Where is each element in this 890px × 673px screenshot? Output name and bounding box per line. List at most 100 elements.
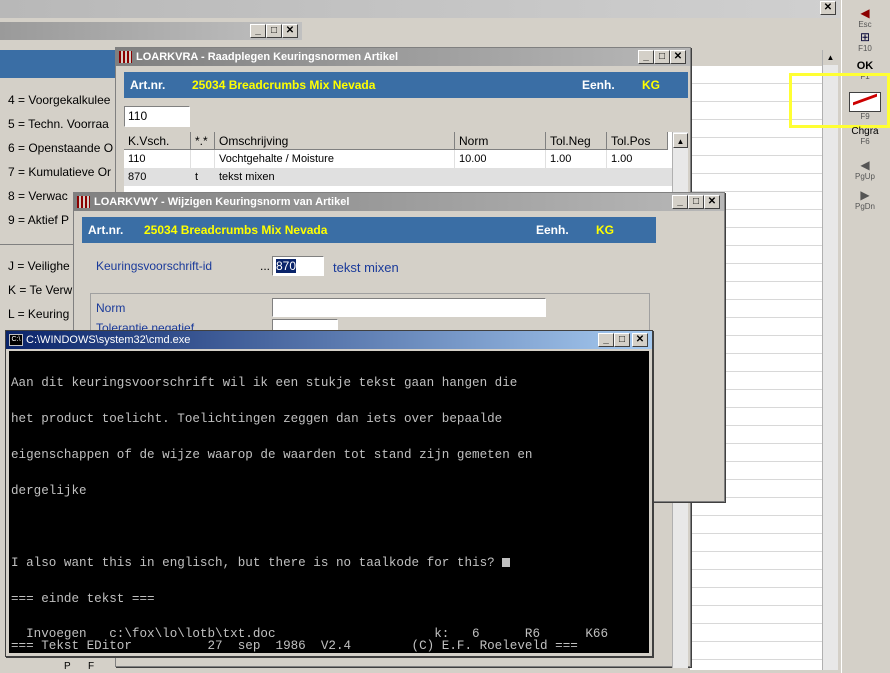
col-star[interactable]: *.* [191, 132, 215, 150]
arrow-up-icon: ◀ [860, 158, 870, 172]
background-scrollbar[interactable] [822, 50, 838, 670]
table-scroll-up-icon[interactable]: ▲ [673, 133, 688, 148]
f9-label: F9 [860, 112, 870, 121]
edit-art-value: 25034 Breadcrumbs Mix Nevada [144, 223, 328, 237]
cell-tolneg [546, 168, 607, 186]
cell-kvsch: 870 [128, 171, 147, 183]
view-search-input[interactable]: 110 [124, 106, 190, 127]
keur-description: tekst mixen [333, 260, 399, 275]
view-article-band: Art.nr. 25034 Breadcrumbs Mix Nevada Een… [124, 72, 688, 98]
view-eenh-label: Eenh. [582, 78, 615, 92]
cmd-titlebar: C:\ C:\WINDOWS\system32\cmd.exe [6, 331, 652, 349]
bg-blue-band [0, 50, 120, 78]
edit-max-button[interactable]: □ [688, 195, 704, 209]
menu-item-7[interactable]: 7 = Kumulatieve Or [8, 165, 111, 179]
menu-item-j[interactable]: J = Veilighe [8, 259, 70, 273]
cell-star: t [195, 171, 199, 183]
view-close-button[interactable]: ✕ [670, 50, 686, 64]
cell-omschrijving: Vochtgehalte / Moisture [215, 150, 455, 168]
pgup-button[interactable]: ◀ PgUp [848, 158, 882, 181]
cell-tolpos: 1.00 [611, 153, 633, 165]
col-omschrijving[interactable]: Omschrijving [215, 132, 455, 150]
cell-star [191, 150, 215, 168]
f9-button[interactable]: F9 [848, 92, 882, 121]
cmd-min-button[interactable]: _ [598, 333, 614, 347]
col-kvsch[interactable]: K.Vsch. [124, 132, 191, 150]
norm-input[interactable] [272, 298, 546, 317]
edit-close-button[interactable]: ✕ [704, 195, 720, 209]
console-line: I also want this in englisch, but there … [11, 556, 503, 570]
cell-kvsch: 110 [124, 150, 191, 168]
ok-label: OK [856, 60, 874, 72]
bg-max-button[interactable]: □ [266, 24, 282, 38]
f10-label: F10 [858, 44, 872, 53]
console-line: dergelijke [11, 484, 87, 498]
col-tolpos[interactable]: Tol.Pos [607, 132, 668, 150]
keur-label: Keuringsvoorschrift-id [96, 259, 213, 273]
view-eenh-value: KG [642, 78, 660, 92]
edit-min-button[interactable]: _ [672, 195, 688, 209]
edit-window-titlebar: LOARKVWY - Wijzigen Keuringsnorm van Art… [74, 193, 724, 211]
esc-button[interactable]: ◀ Esc [848, 6, 882, 29]
view-norm-table: K.Vsch. *.* Omschrijving Norm Tol.Neg To… [124, 132, 680, 192]
cell-norm [455, 168, 546, 186]
cmd-window: C:\ C:\WINDOWS\system32\cmd.exe _ □ ✕ Aa… [5, 330, 653, 657]
col-tolneg[interactable]: Tol.Neg [546, 132, 607, 150]
menu-item-l[interactable]: L = Keuring [8, 307, 69, 321]
menu-item-6[interactable]: 6 = Openstaande O [8, 141, 113, 155]
pgup-label: PgUp [854, 172, 875, 181]
view-max-button[interactable]: □ [654, 50, 670, 64]
table-header: K.Vsch. *.* Omschrijving Norm Tol.Neg To… [124, 132, 680, 150]
arrow-down-icon: ▶ [860, 188, 870, 202]
table-row[interactable]: 110 Vochtgehalte / Moisture 10.00 1.00 1… [124, 150, 680, 168]
keur-input[interactable]: 870 [272, 256, 324, 276]
console-line: === einde tekst === [11, 592, 155, 606]
console-line: eigenschappen of de wijze waarop de waar… [11, 448, 533, 462]
console-line: Aan dit keuringsvoorschrift wil ik een s… [11, 376, 518, 390]
keur-value: 870 [276, 259, 297, 273]
app-titlebar [0, 0, 840, 18]
bottom-letter-p: P [64, 661, 71, 672]
scroll-up-arrow-icon[interactable]: ▲ [823, 50, 838, 65]
pgdn-label: PgDn [854, 202, 875, 211]
table-row[interactable]: 870 t tekst mixen [124, 168, 680, 186]
menu-item-8[interactable]: 8 = Verwac [8, 189, 68, 203]
view-window-title: LOARKVRA - Raadplegen Keuringsnormen Art… [136, 51, 398, 63]
view-min-button[interactable]: _ [638, 50, 654, 64]
menu-item-9[interactable]: 9 = Aktief P [8, 213, 69, 227]
console-line-with-cursor: I also want this in englisch, but there … [11, 557, 649, 569]
print-icon: ⊞ [859, 30, 871, 44]
text-cursor [502, 558, 511, 567]
app-close-button[interactable]: ✕ [820, 1, 836, 15]
app-icon [77, 196, 90, 208]
arrow-left-icon: ◀ [860, 6, 870, 20]
cmd-console[interactable]: Aan dit keuringsvoorschrift wil ik een s… [9, 351, 649, 653]
edit-eenh-label: Eenh. [536, 223, 569, 237]
pgdn-button[interactable]: ▶ PgDn [848, 188, 882, 211]
cmd-title: C:\WINDOWS\system32\cmd.exe [26, 334, 191, 346]
cell-norm: 10.00 [455, 150, 546, 168]
f6-label: F6 [860, 137, 870, 146]
cmd-icon: C:\ [9, 334, 23, 346]
chart-icon [849, 92, 881, 113]
view-art-label: Art.nr. [130, 78, 166, 92]
app-icon [119, 51, 132, 63]
menu-divider [0, 244, 80, 245]
menu-item-4[interactable]: 4 = Voorgekalkulee [8, 93, 110, 107]
bg-min-button[interactable]: _ [250, 24, 266, 38]
menu-item-k[interactable]: K = Te Verw [8, 283, 72, 297]
chgra-button[interactable]: Chgra F6 [848, 126, 882, 146]
cell-omschrijving: tekst mixen [219, 171, 275, 183]
cmd-max-button[interactable]: □ [614, 333, 630, 347]
cmd-close-button[interactable]: ✕ [632, 333, 648, 347]
console-line: het product toelicht. Toelichtingen zegg… [11, 412, 503, 426]
menu-item-5[interactable]: 5 = Techn. Voorraa [8, 117, 109, 131]
f10-button[interactable]: ⊞ F10 [848, 30, 882, 53]
bg-close-button[interactable]: ✕ [282, 24, 298, 38]
edit-article-band: Art.nr. 25034 Breadcrumbs Mix Nevada Een… [82, 217, 656, 243]
col-norm[interactable]: Norm [455, 132, 546, 150]
edit-art-label: Art.nr. [88, 223, 124, 237]
console-status-2: === Tekst EDitor 27 sep 1986 V2.4 (C) E.… [11, 639, 578, 653]
edit-window-title: LOARKVWY - Wijzigen Keuringsnorm van Art… [94, 196, 350, 208]
